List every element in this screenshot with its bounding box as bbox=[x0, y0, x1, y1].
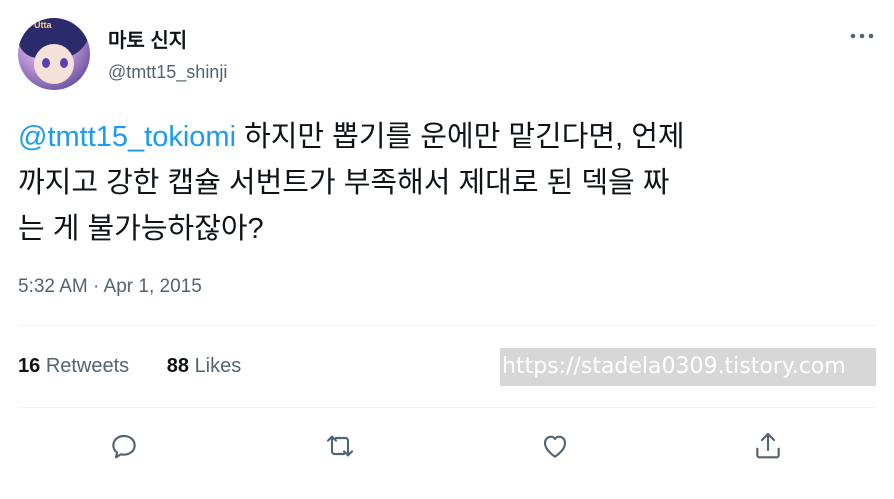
like-button[interactable] bbox=[537, 428, 573, 464]
avatar-face bbox=[34, 44, 74, 84]
retweet-button[interactable] bbox=[322, 428, 358, 464]
watermark: https://stadela0309.tistory.com bbox=[500, 348, 876, 386]
share-button[interactable] bbox=[750, 428, 786, 464]
likes-stat[interactable]: 88 Likes bbox=[167, 355, 242, 378]
reply-button[interactable] bbox=[106, 428, 142, 464]
avatar-badge: Utta bbox=[34, 20, 52, 30]
share-icon bbox=[756, 432, 780, 459]
tweet-timestamp[interactable]: 5:32 AM · Apr 1, 2015 bbox=[18, 276, 202, 298]
avatar-eye-left bbox=[42, 58, 50, 68]
tweet-line-2: 까지고 강한 캡슐 서번트가 부족해서 제대로 된 덱을 짜 bbox=[18, 167, 670, 199]
more-options-button[interactable] bbox=[850, 28, 874, 39]
mention-link[interactable]: @tmtt15_tokiomi bbox=[18, 121, 236, 153]
divider-bottom bbox=[18, 407, 876, 408]
reply-icon bbox=[112, 434, 136, 459]
tweet-text: @tmtt15_tokiomi 하지만 뽑기를 운에만 맡긴다면, 언제 까지고… bbox=[18, 114, 868, 252]
retweets-count: 16 bbox=[18, 355, 41, 377]
retweets-stat[interactable]: 16 Retweets bbox=[18, 355, 129, 378]
tweet-stats: 16 Retweets 88 Likes bbox=[18, 355, 273, 378]
avatar[interactable]: Utta bbox=[18, 18, 90, 90]
likes-label: Likes bbox=[194, 355, 242, 377]
retweets-label: Retweets bbox=[45, 355, 130, 377]
action-bar bbox=[0, 424, 894, 468]
more-icon bbox=[850, 33, 874, 39]
display-name[interactable]: 마토 신지 bbox=[108, 24, 187, 53]
retweet-icon bbox=[326, 435, 354, 457]
like-icon bbox=[543, 435, 567, 458]
tweet-line-3: 는 게 불가능하잖아? bbox=[18, 213, 264, 245]
tweet-line-1-text: 하지만 뽑기를 운에만 맡긴다면, 언제 bbox=[236, 121, 685, 153]
likes-count: 88 bbox=[166, 355, 189, 377]
avatar-eye-right bbox=[60, 58, 68, 68]
user-handle[interactable]: @tmtt15_shinji bbox=[108, 62, 227, 83]
divider-top bbox=[18, 325, 876, 326]
tweet-line-1: @tmtt15_tokiomi 하지만 뽑기를 운에만 맡긴다면, 언제 bbox=[18, 114, 868, 160]
